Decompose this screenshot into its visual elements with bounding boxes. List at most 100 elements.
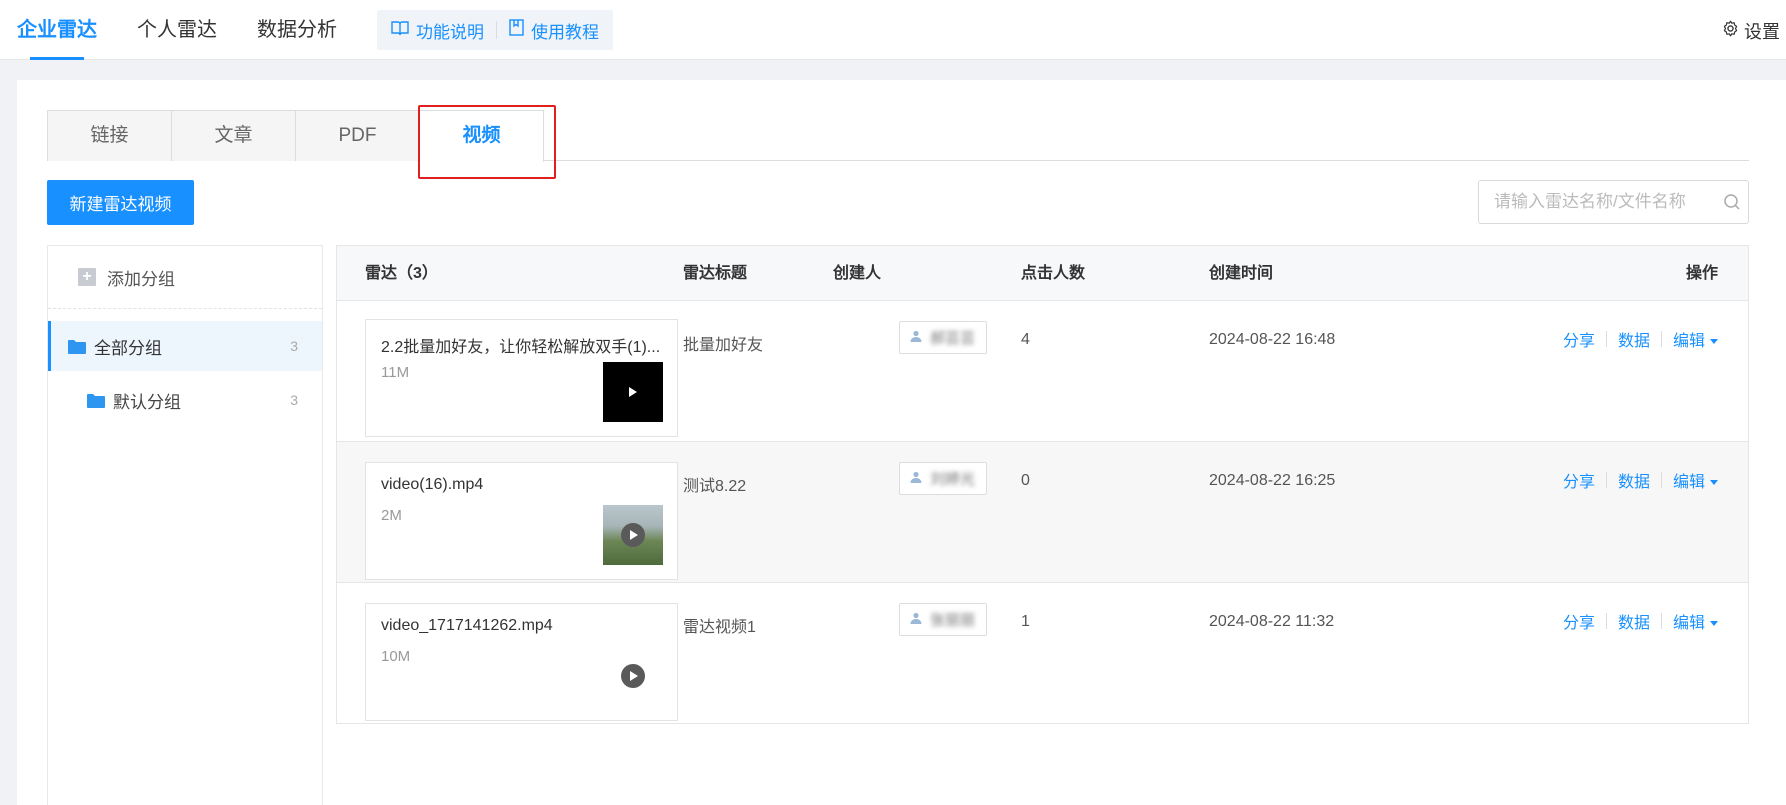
creator-chip: 刘婷光: [899, 462, 987, 495]
file-name: 2.2批量加好友，让你轻松解放双手(1)...: [381, 339, 661, 356]
tab-link[interactable]: 链接: [47, 110, 172, 161]
click-count: 1: [1021, 613, 1030, 630]
action-divider: [1605, 613, 1607, 629]
group-item-all[interactable]: 全部分组 3: [48, 321, 322, 371]
table-row: 2.2批量加好友，让你轻松解放双手(1)... 11M 批量加好友 郝芸芸 4 …: [337, 301, 1748, 442]
file-size: 11M: [381, 364, 410, 381]
action-divider: [1605, 472, 1607, 488]
header-title: 雷达标题: [683, 265, 748, 282]
action-divider: [1660, 613, 1662, 629]
gear-icon: [1722, 20, 1744, 42]
created-time: 2024-08-22 16:25: [1209, 472, 1336, 489]
play-icon: [621, 664, 645, 688]
share-link[interactable]: 分享: [1563, 609, 1595, 633]
group-count: 3: [290, 338, 298, 354]
row-actions: 分享 数据 编辑: [1563, 327, 1718, 351]
header-actions: 操作: [1685, 265, 1718, 282]
nav-tab-data-analysis[interactable]: 数据分析: [257, 0, 337, 60]
tab-video[interactable]: 视频: [419, 110, 544, 162]
file-name: video_1717141262.mp4: [381, 617, 553, 634]
video-thumbnail[interactable]: [603, 646, 663, 706]
add-group-label: 添加分组: [107, 269, 175, 289]
plus-icon: +: [78, 268, 96, 286]
header-created: 创建时间: [1209, 265, 1274, 282]
created-time: 2024-08-22 16:48: [1209, 331, 1336, 348]
group-item-default[interactable]: 默认分组 3: [48, 375, 322, 425]
created-time: 2024-08-22 11:32: [1209, 613, 1335, 630]
click-count: 4: [1021, 331, 1030, 348]
video-thumbnail[interactable]: [603, 505, 663, 565]
group-panel: + 添加分组 全部分组 3 默认分组 3: [47, 245, 323, 805]
user-icon: [910, 470, 922, 487]
header-creator: 创建人: [833, 265, 882, 282]
creator-name: 张丽丽: [930, 612, 976, 629]
help-divider: [496, 21, 497, 39]
edit-dropdown[interactable]: 编辑: [1673, 468, 1718, 492]
table-header: 雷达（3） 雷达标题 创建人 点击人数 创建时间 操作: [337, 246, 1748, 301]
group-count: 3: [290, 392, 298, 408]
group-item-label: 默认分组: [113, 392, 181, 412]
video-file-card[interactable]: video(16).mp4 2M: [365, 462, 678, 580]
data-link[interactable]: 数据: [1618, 468, 1650, 492]
creator-name: 郝芸芸: [930, 330, 976, 347]
user-icon: [910, 329, 922, 346]
search-icon[interactable]: [1716, 193, 1748, 211]
search-input[interactable]: [1479, 182, 1716, 222]
search-box: [1478, 180, 1749, 224]
content-type-tabs: 链接 文章 PDF 视频: [47, 110, 1749, 162]
feature-description-label: 功能说明: [416, 22, 484, 42]
share-link[interactable]: 分享: [1563, 468, 1595, 492]
creator-chip: 张丽丽: [899, 603, 987, 636]
user-icon: [910, 611, 922, 628]
play-icon: [628, 384, 638, 401]
edit-label: 编辑: [1672, 474, 1705, 491]
video-file-card[interactable]: video_1717141262.mp4 10M: [365, 603, 678, 721]
tutorial-link[interactable]: 使用教程: [509, 18, 599, 43]
top-navigation-bar: 企业雷达 个人雷达 数据分析 功能说明 使用教程 设置: [0, 0, 1786, 60]
action-divider: [1660, 331, 1662, 347]
nav-tab-enterprise-radar[interactable]: 企业雷达: [17, 0, 97, 60]
click-count: 0: [1021, 472, 1030, 489]
settings-label: 设置: [1744, 22, 1780, 42]
feature-description-link[interactable]: 功能说明: [391, 18, 484, 43]
edit-dropdown[interactable]: 编辑: [1673, 609, 1718, 633]
caret-down-icon: [1710, 480, 1718, 486]
table-row: video(16).mp4 2M 测试8.22 刘婷光 0 2024-08-22…: [337, 442, 1748, 583]
video-thumbnail[interactable]: [603, 362, 663, 422]
header-radar: 雷达（3）: [365, 265, 438, 282]
main-nav: 企业雷达 个人雷达 数据分析: [17, 0, 377, 60]
nav-tab-personal-radar[interactable]: 个人雷达: [137, 0, 217, 60]
new-radar-video-button[interactable]: 新建雷达视频: [47, 180, 194, 225]
bookmark-icon: [509, 19, 531, 41]
add-group-button[interactable]: + 添加分组: [48, 246, 322, 309]
caret-down-icon: [1710, 339, 1718, 345]
action-divider: [1660, 472, 1662, 488]
settings-button[interactable]: 设置: [1722, 18, 1780, 44]
folder-icon: [68, 339, 86, 354]
radar-table: 雷达（3） 雷达标题 创建人 点击人数 创建时间 操作 2.2批量加好友，让你轻…: [336, 245, 1749, 724]
tutorial-label: 使用教程: [531, 22, 599, 42]
tab-pdf[interactable]: PDF: [295, 110, 420, 161]
book-icon: [391, 20, 416, 41]
radar-title: 测试8.22: [683, 478, 747, 495]
main-content-card: 链接 文章 PDF 视频 新建雷达视频 + 添加分组 全部分组 3 默认分组: [17, 80, 1786, 805]
share-link[interactable]: 分享: [1563, 327, 1595, 351]
data-link[interactable]: 数据: [1618, 327, 1650, 351]
tab-article[interactable]: 文章: [171, 110, 296, 161]
help-links-group: 功能说明 使用教程: [377, 10, 613, 50]
play-icon: [621, 523, 645, 547]
radar-title: 批量加好友: [683, 337, 764, 354]
header-clicks: 点击人数: [1021, 265, 1086, 282]
video-file-card[interactable]: 2.2批量加好友，让你轻松解放双手(1)... 11M: [365, 319, 678, 437]
row-actions: 分享 数据 编辑: [1563, 609, 1718, 633]
radar-title: 雷达视频1: [683, 619, 756, 636]
edit-dropdown[interactable]: 编辑: [1673, 327, 1718, 351]
row-actions: 分享 数据 编辑: [1563, 468, 1718, 492]
table-row: video_1717141262.mp4 10M 雷达视频1 张丽丽 1 202…: [337, 583, 1748, 724]
edit-label: 编辑: [1672, 333, 1705, 350]
group-item-label: 全部分组: [94, 338, 162, 358]
data-link[interactable]: 数据: [1618, 609, 1650, 633]
file-size: 10M: [381, 648, 411, 665]
action-divider: [1605, 331, 1607, 347]
file-name: video(16).mp4: [381, 476, 484, 493]
